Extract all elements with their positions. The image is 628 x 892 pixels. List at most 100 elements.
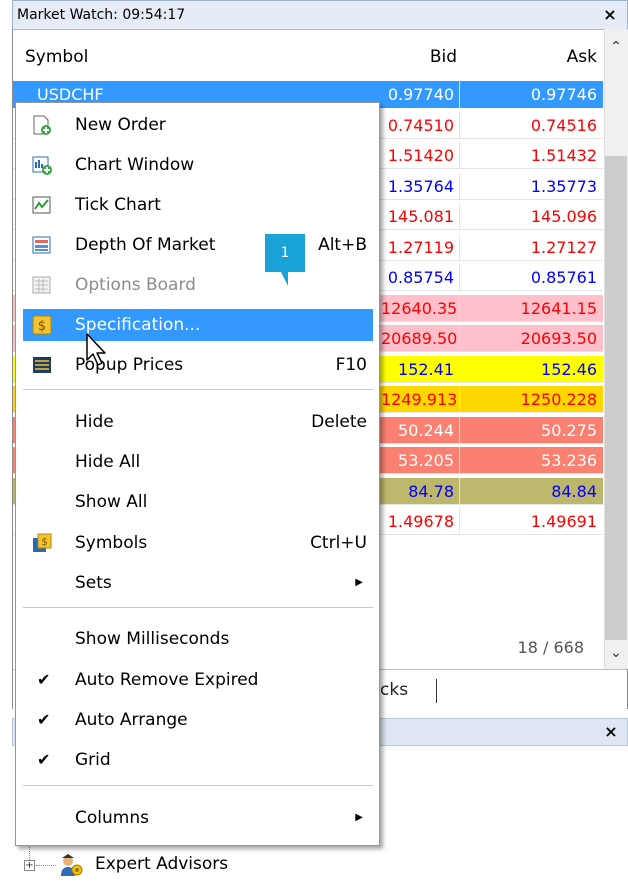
menu-item-depth-of-market[interactable]: Depth Of Market Alt+B: [23, 229, 373, 261]
bid-value: 1249.913: [381, 390, 458, 409]
ask-value: 1250.228: [459, 386, 603, 413]
menu-label: Chart Window: [75, 155, 195, 175]
menu-label: Tick Chart: [75, 195, 161, 215]
bid-value: 1.35764: [387, 176, 454, 196]
ask-value: 12641.15: [459, 294, 603, 322]
ask-value: 0.74516: [459, 111, 603, 139]
symbol-count: 18 / 668: [517, 638, 584, 657]
bid-value: 1.49678: [387, 512, 454, 531]
check-icon: ✔: [37, 710, 51, 729]
bid-value: 1.51420: [387, 146, 454, 165]
menu-label: Depth Of Market: [75, 235, 216, 255]
tree-item-expert-advisors[interactable]: Expert Advisors: [95, 851, 228, 877]
ask-value: 0.85761: [459, 264, 603, 291]
close-icon[interactable]: ×: [600, 718, 622, 746]
menu-item-hide-all[interactable]: Hide All: [23, 446, 373, 478]
tick-chart-icon: [32, 196, 51, 214]
menu-label: Columns: [75, 808, 149, 828]
expert-advisor-icon: [61, 854, 83, 876]
chart-window-icon: [32, 156, 52, 175]
menu-label: Sets: [75, 573, 112, 593]
menu-item-columns[interactable]: Columns ▶: [23, 802, 373, 834]
ask-value: 50.275: [459, 416, 603, 444]
check-icon: ✔: [37, 750, 51, 769]
menu-item-popup-prices[interactable]: Popup Prices F10: [23, 349, 373, 381]
tab-ticks[interactable]: cks: [380, 676, 408, 704]
menu-label: Show Milliseconds: [75, 629, 230, 649]
menu-item-show-all[interactable]: Show All: [23, 486, 373, 518]
bid-value: 0.74510: [387, 115, 454, 135]
bid-value: 145.081: [387, 207, 454, 226]
callout-pointer: [281, 272, 288, 286]
menu-item-show-milliseconds[interactable]: Show Milliseconds: [23, 623, 373, 655]
menu-separator: [23, 607, 373, 608]
step-callout: 1: [265, 234, 305, 272]
menu-label: Hide: [75, 412, 114, 432]
bid-value: 12640.35: [381, 298, 458, 318]
menu-item-options-board: Options Board: [23, 269, 373, 301]
menu-item-sets[interactable]: Sets ▶: [23, 567, 373, 599]
scroll-thumb[interactable]: [605, 156, 627, 640]
ask-value: 1.51432: [459, 142, 603, 169]
column-header-ask[interactable]: Ask: [473, 36, 597, 78]
menu-item-specification[interactable]: $ Specification...: [23, 309, 373, 341]
menu-item-auto-arrange[interactable]: ✔ Auto Arrange: [23, 704, 373, 736]
bid-value: 50.244: [398, 420, 454, 440]
column-header-row: Symbol Bid Ask: [13, 36, 603, 78]
menu-label: Auto Remove Expired: [75, 670, 259, 690]
context-menu: New Order Chart Window Tick Chart Depth …: [15, 102, 380, 846]
column-header-symbol[interactable]: Symbol: [25, 36, 88, 78]
menu-label: Show All: [75, 492, 148, 512]
ask-value: 145.096: [459, 203, 603, 230]
ask-value: 152.46: [459, 355, 603, 383]
svg-text:$: $: [38, 319, 46, 334]
check-icon: ✔: [37, 670, 51, 689]
menu-item-grid[interactable]: ✔ Grid: [23, 744, 373, 776]
popup-prices-icon: [33, 357, 51, 373]
bid-value: 0.85754: [387, 268, 454, 287]
tree-line: [36, 865, 56, 866]
menu-item-symbols[interactable]: $ Symbols Ctrl+U: [23, 527, 373, 559]
menu-item-new-order[interactable]: New Order: [23, 109, 373, 141]
bid-value: 1.27119: [387, 237, 454, 257]
menu-item-tick-chart[interactable]: Tick Chart: [23, 189, 373, 221]
ask-value: 53.236: [459, 447, 603, 474]
bid-value: 20689.50: [381, 329, 458, 348]
menu-label: Symbols: [75, 533, 148, 553]
column-header-bid[interactable]: Bid: [383, 36, 457, 78]
tab-divider: [436, 679, 437, 703]
scroll-down-icon[interactable]: ⌄: [604, 642, 628, 664]
ask-value: 1.49691: [459, 508, 603, 535]
bid-value: 0.97740: [387, 85, 454, 104]
symbols-icon: $: [33, 533, 52, 552]
new-order-icon: [33, 115, 51, 135]
window-title: Market Watch: 09:54:17: [17, 7, 186, 23]
ask-value: 20693.50: [459, 325, 603, 352]
menu-label: Auto Arrange: [75, 710, 188, 730]
menu-item-hide[interactable]: Hide Delete: [23, 406, 373, 438]
menu-separator: [23, 389, 373, 390]
specification-icon: $: [32, 315, 52, 335]
ask-value: 1.35773: [459, 172, 603, 200]
depth-of-market-icon: [32, 236, 51, 254]
menu-separator: [23, 785, 373, 786]
menu-item-chart-window[interactable]: Chart Window: [23, 149, 373, 181]
shortcut-label: Delete: [311, 412, 367, 432]
bid-value: 84.78: [408, 481, 454, 501]
scroll-up-icon[interactable]: ⌃: [604, 36, 628, 58]
shortcut-label: F10: [335, 355, 367, 375]
bid-value: 152.41: [398, 359, 454, 379]
expand-icon[interactable]: +: [24, 860, 35, 871]
submenu-arrow-icon: ▶: [355, 577, 363, 588]
svg-text:$: $: [41, 537, 47, 548]
mouse-cursor-icon: [86, 333, 106, 366]
options-board-icon: [32, 276, 51, 294]
ask-value: 84.84: [459, 477, 603, 505]
ask-value: 1.27127: [459, 233, 603, 261]
submenu-arrow-icon: ▶: [355, 812, 363, 823]
close-icon[interactable]: ×: [600, 0, 620, 29]
window-title-bar: Market Watch: 09:54:17: [12, 0, 628, 29]
menu-label: Hide All: [75, 452, 141, 472]
bid-value: 53.205: [398, 451, 454, 470]
menu-item-auto-remove-expired[interactable]: ✔ Auto Remove Expired: [23, 664, 373, 696]
